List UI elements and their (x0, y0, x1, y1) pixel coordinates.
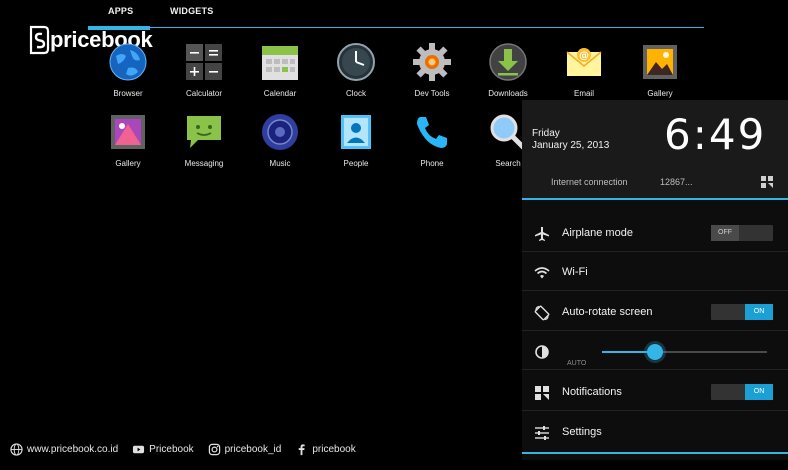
footer-instagram-text: pricebook_id (224, 443, 282, 455)
app-label: Messaging (184, 159, 224, 168)
rotate-icon (534, 305, 550, 321)
wifi-icon (534, 267, 550, 279)
panel-day: Friday (532, 128, 560, 139)
app-label: People (343, 159, 369, 168)
app-gallery[interactable]: Gallery (622, 42, 698, 108)
network-number: 12867... (660, 177, 693, 187)
brightness-slider-handle[interactable] (646, 344, 663, 360)
footer-website-text: www.pricebook.co.id (27, 443, 119, 455)
toggle-state: ON (745, 384, 773, 400)
phone-icon (417, 117, 447, 148)
globe-icon (10, 442, 23, 456)
row-airplane-mode[interactable]: Airplane mode OFF (522, 214, 788, 252)
calendar-icon (262, 46, 298, 80)
instagram-icon (208, 443, 220, 455)
footer-website: www.pricebook.co.id (10, 442, 119, 456)
picture-icon (643, 45, 677, 79)
panel-header-divider (522, 198, 788, 200)
panel-time: 6:49 (664, 110, 767, 159)
airplane-icon (535, 227, 549, 241)
app-label: Calculator (185, 89, 222, 98)
footer-youtube: Pricebook (132, 443, 194, 456)
panel-bottom-divider (522, 452, 788, 454)
panel-header: Friday January 25, 2013 6:49 Internet co… (522, 100, 788, 198)
settings-label: Settings (562, 426, 602, 438)
calculator-icon (186, 44, 222, 80)
app-clock[interactable]: Clock (318, 42, 394, 108)
app-downloads[interactable]: Downloads (470, 42, 546, 108)
notifications-label: Notifications (562, 386, 622, 398)
row-brightness: AUTO (522, 332, 788, 370)
row-notifications[interactable]: Notifications ON (522, 373, 788, 411)
row-settings[interactable]: Settings (522, 413, 788, 451)
social-footer: www.pricebook.co.id Pricebook pricebook_… (10, 440, 364, 458)
clock-icon (337, 43, 375, 81)
youtube-icon (133, 445, 145, 453)
app-label: Gallery (647, 89, 673, 98)
panel-date: January 25, 2013 (532, 140, 610, 151)
app-label: Browser (113, 89, 143, 98)
speaker-icon (262, 114, 298, 150)
message-icon (187, 116, 221, 148)
footer-instagram: pricebook_id (208, 443, 282, 456)
app-calendar[interactable]: Calendar (242, 42, 318, 108)
app-label: Email (573, 89, 594, 98)
row-auto-rotate[interactable]: Auto-rotate screen ON (522, 293, 788, 331)
contact-icon (341, 115, 371, 149)
app-drawer-tabbar: APPS WIDGETS (88, 0, 704, 30)
app-label: Dev Tools (414, 89, 450, 98)
tab-widgets[interactable]: WIDGETS (170, 6, 213, 16)
wifi-label: Wi-Fi (562, 266, 588, 278)
row-wifi[interactable]: Wi-Fi (522, 253, 788, 291)
picture-icon (111, 115, 145, 149)
app-email[interactable]: @ Email (546, 42, 622, 108)
footer-facebook: pricebook (295, 443, 356, 456)
network-status[interactable]: Internet connection (551, 177, 628, 187)
airplane-mode-label: Airplane mode (562, 227, 633, 239)
auto-rotate-label: Auto-rotate screen (562, 306, 653, 318)
gear-icon (413, 43, 451, 81)
toggle-state: OFF (711, 225, 739, 241)
app-dev-tools[interactable]: Dev Tools (394, 42, 470, 108)
toggle-state: ON (745, 304, 773, 320)
sliders-icon (535, 426, 549, 440)
footer-facebook-text: pricebook (312, 443, 356, 455)
footer-youtube-text: Pricebook (149, 443, 194, 455)
facebook-icon (299, 443, 306, 455)
airplane-mode-toggle[interactable]: OFF (711, 225, 773, 241)
app-label: Clock (345, 89, 366, 98)
app-label: Downloads (488, 89, 528, 98)
notifications-icon (535, 386, 549, 400)
tab-apps[interactable]: APPS (108, 6, 133, 16)
app-phone[interactable]: Phone (394, 112, 470, 178)
envelope-icon: @ (566, 48, 602, 76)
settings-shortcut-icon[interactable] (760, 175, 774, 189)
notifications-toggle[interactable]: ON (711, 384, 773, 400)
app-calculator[interactable]: Calculator (166, 42, 242, 108)
app-gallery-2[interactable]: Gallery (90, 112, 166, 178)
app-music[interactable]: Music (242, 112, 318, 178)
quick-settings-panel: Friday January 25, 2013 6:49 Internet co… (522, 100, 788, 460)
app-label: Gallery (115, 159, 141, 168)
app-label: Calendar (263, 89, 297, 98)
svg-text:@: @ (579, 51, 589, 62)
download-icon (489, 43, 527, 81)
app-messaging[interactable]: Messaging (166, 112, 242, 178)
brightness-auto-label[interactable]: AUTO (567, 360, 586, 367)
auto-rotate-toggle[interactable]: ON (711, 304, 773, 320)
globe-icon (109, 43, 147, 81)
app-label: Phone (420, 159, 444, 168)
app-browser[interactable]: Browser (90, 42, 166, 108)
pricebook-logo-icon (29, 25, 50, 55)
tabbar-divider (88, 27, 704, 28)
app-label: Music (269, 159, 291, 168)
brightness-icon (535, 345, 549, 359)
app-people[interactable]: People (318, 112, 394, 178)
